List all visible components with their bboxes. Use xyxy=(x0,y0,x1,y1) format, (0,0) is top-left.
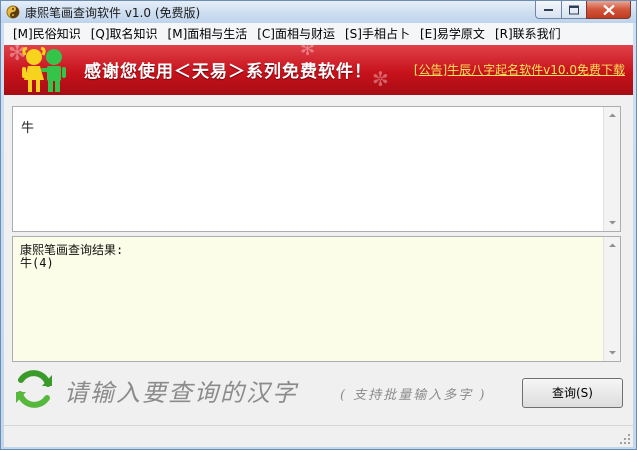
client-area: [M]民俗知识 [Q]取名知识 [M]面相与生活 [C]面相与财运 [S]手相占… xyxy=(4,23,633,447)
refresh-icon[interactable] xyxy=(12,367,56,411)
app-icon xyxy=(6,5,20,19)
announcement-link[interactable]: [公告]牛辰八字起名软件v10.0免费下载 xyxy=(414,61,625,78)
input-value: 牛 xyxy=(21,121,35,136)
maximize-button[interactable] xyxy=(561,1,587,19)
scroll-up-icon[interactable] xyxy=(608,111,617,120)
menu-item-folk-knowledge[interactable]: [M]民俗知识 xyxy=(8,24,86,44)
scroll-down-icon[interactable] xyxy=(608,348,617,357)
maximize-icon xyxy=(569,5,579,14)
close-icon xyxy=(602,4,615,15)
menu-item-yi-texts[interactable]: [E]易学原文 xyxy=(415,24,490,44)
menu-bar: [M]民俗知识 [Q]取名知识 [M]面相与生活 [C]面相与财运 [S]手相占… xyxy=(4,23,633,45)
query-button[interactable]: 查询(S) xyxy=(522,378,623,408)
status-bar xyxy=(4,425,633,447)
window-title: 康熙笔画查询软件 v1.0 (免费版) xyxy=(25,6,201,20)
snowflake-icon: ✼ xyxy=(372,67,389,91)
result-scrollbar[interactable] xyxy=(603,237,620,361)
batch-input-hint: ( 支持批量输入多字 ) xyxy=(340,388,487,403)
minimize-button[interactable] xyxy=(535,1,562,19)
title-bar[interactable]: 康熙笔画查询软件 v1.0 (免费版) xyxy=(1,1,636,23)
menu-item-palmistry[interactable]: [S]手相占卜 xyxy=(340,24,415,44)
minimize-icon xyxy=(543,8,553,11)
resize-grip-icon[interactable] xyxy=(619,433,631,445)
app-window: 康熙笔画查询软件 v1.0 (免费版) [M]民俗知识 [Q]取名知识 [M]面… xyxy=(0,0,637,450)
close-button[interactable] xyxy=(586,1,631,19)
input-scrollbar[interactable] xyxy=(603,107,620,231)
banner-slogan: 感谢您使用＜天易＞系列免费软件！ xyxy=(84,62,372,82)
menu-item-naming-knowledge[interactable]: [Q]取名知识 xyxy=(86,24,163,44)
scroll-down-icon[interactable] xyxy=(608,218,617,227)
menu-item-face-life[interactable]: [M]面相与生活 xyxy=(163,24,253,44)
menu-item-face-wealth[interactable]: [C]面相与财运 xyxy=(252,24,340,44)
scroll-up-icon[interactable] xyxy=(608,241,617,250)
input-hint: 请输入要查询的汉字 xyxy=(64,379,298,407)
kids-icon xyxy=(18,46,70,93)
menu-item-contact-us[interactable]: [R]联系我们 xyxy=(490,24,566,44)
result-output[interactable]: 康熙笔画查询结果: 牛(4) xyxy=(12,236,621,362)
result-line: 牛(4) xyxy=(20,256,54,270)
character-input[interactable]: 牛 xyxy=(12,106,621,232)
promo-banner: ✻ ✼ ✻ ✼ 感谢您使用＜天易＞系列免费软件！ [公告]牛辰八字起名软件v10… xyxy=(4,45,633,95)
